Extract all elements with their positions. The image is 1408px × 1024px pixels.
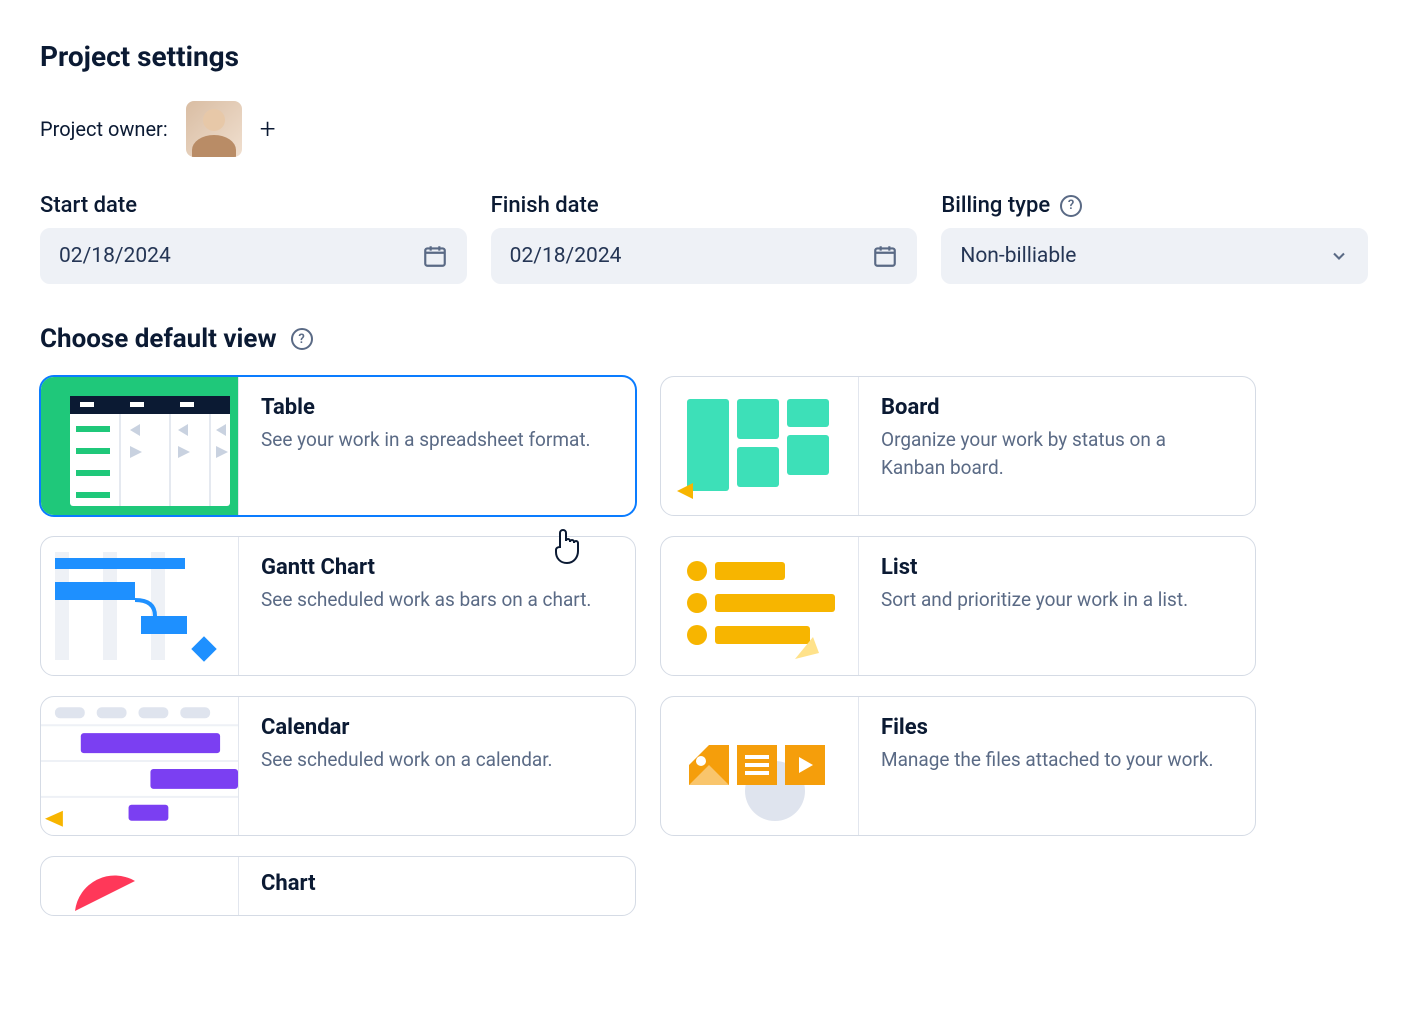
- finish-date-input[interactable]: 02/18/2024: [491, 228, 918, 284]
- calendar-icon: [872, 243, 898, 269]
- view-title: Files: [881, 715, 1214, 740]
- help-icon[interactable]: ?: [1060, 195, 1082, 217]
- view-title: List: [881, 555, 1188, 580]
- view-option-board[interactable]: Board Organize your work by status on a …: [660, 376, 1256, 516]
- view-desc: See scheduled work on a calendar.: [261, 746, 553, 774]
- billing-type-select[interactable]: Non-billiable: [941, 228, 1368, 284]
- billing-type-label: Billing type: [941, 193, 1050, 218]
- table-thumb-icon: [41, 377, 239, 515]
- calendar-thumb-icon: [41, 697, 239, 835]
- start-date-value: 02/18/2024: [59, 244, 171, 268]
- view-desc: Sort and prioritize your work in a list.: [881, 586, 1188, 614]
- view-option-calendar[interactable]: Calendar See scheduled work on a calenda…: [40, 696, 636, 836]
- view-option-files[interactable]: Files Manage the files attached to your …: [660, 696, 1256, 836]
- view-desc: See your work in a spreadsheet format.: [261, 426, 591, 454]
- view-option-table[interactable]: Table See your work in a spreadsheet for…: [40, 376, 636, 516]
- view-option-gantt[interactable]: Gantt Chart See scheduled work as bars o…: [40, 536, 636, 676]
- page-title: Project settings: [40, 40, 1368, 73]
- chart-thumb-icon: [41, 857, 239, 915]
- view-title: Board: [881, 395, 1233, 420]
- billing-type-field: Billing type ? Non-billiable: [941, 193, 1368, 284]
- files-thumb-icon: [661, 697, 859, 835]
- start-date-label: Start date: [40, 193, 467, 218]
- view-option-chart[interactable]: Chart: [40, 856, 636, 916]
- view-desc: See scheduled work as bars on a chart.: [261, 586, 591, 614]
- help-icon[interactable]: ?: [291, 328, 313, 350]
- add-owner-button[interactable]: +: [260, 115, 276, 143]
- list-thumb-icon: [661, 537, 859, 675]
- start-date-input[interactable]: 02/18/2024: [40, 228, 467, 284]
- finish-date-field: Finish date 02/18/2024: [491, 193, 918, 284]
- view-option-list[interactable]: List Sort and prioritize your work in a …: [660, 536, 1256, 676]
- view-desc: Manage the files attached to your work.: [881, 746, 1214, 774]
- billing-type-value: Non-billiable: [960, 244, 1076, 268]
- finish-date-value: 02/18/2024: [510, 244, 622, 268]
- start-date-field: Start date 02/18/2024: [40, 193, 467, 284]
- view-desc: Organize your work by status on a Kanban…: [881, 426, 1233, 481]
- view-title: Table: [261, 395, 591, 420]
- view-title: Calendar: [261, 715, 553, 740]
- gantt-thumb-icon: [41, 537, 239, 675]
- finish-date-label: Finish date: [491, 193, 918, 218]
- project-owner-row: Project owner: +: [40, 101, 1368, 157]
- default-view-heading: Choose default view ?: [40, 324, 1368, 354]
- chevron-down-icon: [1329, 246, 1349, 266]
- owner-avatar[interactable]: [186, 101, 242, 157]
- calendar-icon: [422, 243, 448, 269]
- board-thumb-icon: [661, 377, 859, 515]
- view-title: Chart: [261, 871, 316, 896]
- view-title: Gantt Chart: [261, 555, 591, 580]
- project-owner-label: Project owner:: [40, 117, 168, 141]
- view-options-grid: Table See your work in a spreadsheet for…: [40, 376, 1368, 916]
